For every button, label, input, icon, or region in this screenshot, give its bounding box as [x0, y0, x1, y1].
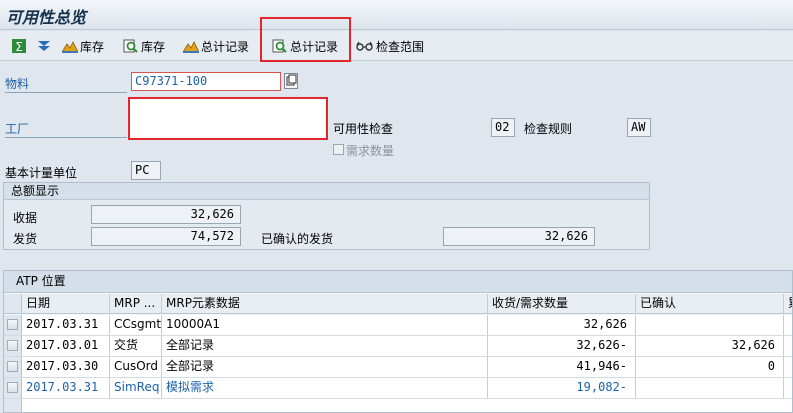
material-search-help-button[interactable]	[284, 73, 298, 89]
cell-data: 模拟需求	[162, 378, 488, 398]
row-selector[interactable]	[4, 315, 22, 335]
atp-grid: ATP 位置 日期 MRP ... MRP元素数据 收货/需求数量 已确认 累 …	[3, 270, 793, 413]
availability-check-label: 可用性检查	[333, 122, 394, 136]
table-row[interactable]: 2017.03.31 CCsgmt 10000A1 32,626	[4, 315, 792, 336]
cell-confirmed: 0	[636, 357, 784, 377]
total-records-button-1[interactable]: 总计记录	[183, 36, 249, 56]
cell-cumulative	[784, 378, 792, 398]
cell-qty: 19,082-	[488, 378, 636, 398]
search-help-icon	[285, 74, 297, 91]
plant-input[interactable]	[128, 97, 328, 140]
atp-header-row: 日期 MRP ... MRP元素数据 收货/需求数量 已确认 累	[4, 294, 792, 314]
material-input[interactable]: C97371-100	[131, 72, 281, 91]
plant-label: 工厂	[5, 120, 127, 138]
row-selector[interactable]	[4, 336, 22, 356]
totals-title: 总额显示	[4, 183, 649, 200]
cell-date: 2017.03.31	[22, 378, 110, 398]
cell-data: 全部记录	[162, 336, 488, 356]
check-rule-field: AW	[627, 118, 651, 137]
cell-confirmed	[636, 315, 784, 335]
title-bar: 可用性总览	[0, 0, 793, 30]
cell-qty: 41,946-	[488, 357, 636, 377]
glasses-icon	[356, 39, 374, 53]
sum-icon: Σ	[12, 39, 26, 53]
receipts-field: 32,626	[91, 205, 241, 224]
svg-text:Σ: Σ	[15, 40, 23, 53]
receipts-label: 收据	[13, 211, 38, 225]
check-scope-label: 检查范围	[376, 39, 425, 54]
row-selector[interactable]	[4, 357, 22, 377]
stock-label-1: 库存	[80, 39, 105, 54]
cell-cumulative	[784, 315, 792, 335]
cell-date: 2017.03.31	[22, 315, 110, 335]
cell-confirmed: 32,626	[636, 336, 784, 356]
cell-data: 10000A1	[162, 315, 488, 335]
header-receipt-requirement-qty[interactable]: 收货/需求数量	[488, 294, 636, 313]
issues-field: 74,572	[91, 227, 241, 246]
cell-mrp: 交货	[110, 336, 162, 356]
cell-confirmed	[636, 378, 784, 398]
stock-search-icon	[123, 39, 139, 53]
requirement-quantity-checkbox[interactable]	[333, 144, 344, 155]
row-selector[interactable]	[4, 399, 22, 412]
row-selector[interactable]	[4, 378, 22, 398]
totals-groupbox: 总额显示 收据 32,626 发货 74,572 已确认的发货 32,626	[3, 182, 650, 250]
availability-check-field: 02	[491, 118, 515, 137]
header-cumulative[interactable]: 累	[784, 294, 792, 313]
header-date[interactable]: 日期	[22, 294, 110, 313]
header-confirmed[interactable]: 已确认	[636, 294, 784, 313]
cell-mrp: CusOrd	[110, 357, 162, 377]
stock-label-2: 库存	[141, 39, 166, 54]
base-unit-label: 基本计量单位	[5, 166, 78, 180]
table-row[interactable]: 2017.03.01 交货 全部记录 32,626- 32,626	[4, 336, 792, 357]
cell-qty: 32,626	[488, 315, 636, 335]
cell-mrp: CCsgmt	[110, 315, 162, 335]
cell-cumulative	[784, 336, 792, 356]
total-mountain-icon	[183, 39, 199, 53]
filter-button[interactable]	[37, 36, 51, 56]
table-row-empty	[4, 399, 792, 412]
filter-icon	[37, 39, 51, 53]
cell-data: 全部记录	[162, 357, 488, 377]
cell-date: 2017.03.30	[22, 357, 110, 377]
select-all-cell[interactable]	[4, 294, 22, 313]
header-mrp-element-data[interactable]: MRP元素数据	[162, 294, 488, 313]
confirmed-issues-label: 已确认的发货	[261, 232, 334, 246]
base-unit-field: PC	[131, 161, 161, 180]
total-records-label-1: 总计记录	[201, 39, 250, 54]
cell-qty: 32,626-	[488, 336, 636, 356]
highlight-frame-toolbar	[260, 17, 351, 62]
stock-button-1[interactable]: 库存	[62, 36, 104, 56]
stock-mountain-icon	[62, 39, 78, 53]
sum-button[interactable]: Σ	[12, 36, 26, 56]
header-mrp-element[interactable]: MRP ...	[110, 294, 162, 313]
cell-date: 2017.03.01	[22, 336, 110, 356]
application-toolbar: Σ 库存 库存 总计记录 总计记录 检查范围	[0, 31, 793, 61]
cell-mrp: SimReq	[110, 378, 162, 398]
issues-label: 发货	[13, 232, 38, 246]
material-label: 物料	[5, 75, 127, 93]
table-row[interactable]: 2017.03.31 SimReq 模拟需求 19,082-	[4, 378, 792, 399]
requirement-quantity-label: 需求数量	[346, 144, 395, 158]
table-row[interactable]: 2017.03.30 CusOrd 全部记录 41,946- 0	[4, 357, 792, 378]
cell-cumulative	[784, 357, 792, 377]
check-rule-label: 检查规则	[524, 122, 573, 136]
confirmed-issues-field: 32,626	[443, 227, 595, 246]
page-title: 可用性总览	[6, 8, 87, 27]
atp-title: ATP 位置	[4, 271, 792, 293]
check-scope-button[interactable]: 检查范围	[356, 36, 424, 56]
stock-button-2[interactable]: 库存	[123, 36, 165, 56]
